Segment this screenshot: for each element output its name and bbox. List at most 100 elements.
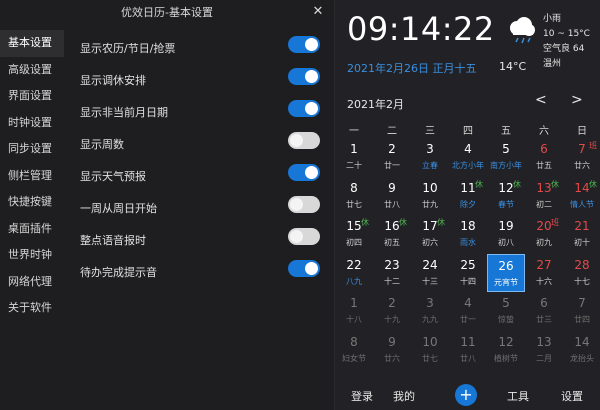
day-number: 28 [574, 257, 590, 272]
day-cell[interactable]: 10 廿九 [411, 177, 449, 215]
holiday-badge: 休 [437, 218, 445, 227]
day-cell[interactable]: 22 八九 [335, 254, 373, 292]
nav-item[interactable]: 基本设置 [0, 30, 64, 57]
option-toggle[interactable] [288, 132, 320, 149]
day-number: 9 [388, 334, 396, 349]
option-row: 显示农历/节日/抢票 [80, 32, 324, 64]
lunar-label: 初八 [498, 238, 514, 247]
day-cell[interactable]: 9 廿八 [373, 177, 411, 215]
next-month-button[interactable]: > [571, 92, 583, 108]
day-cell[interactable]: 8 妇女节 [335, 331, 373, 369]
day-number: 9 [388, 180, 396, 195]
day-cell[interactable]: 4 廿一 [449, 292, 487, 330]
current-temperature: 14°C [499, 60, 527, 73]
day-cell[interactable]: 24 十三 [411, 254, 449, 292]
day-cell[interactable]: 4 北方小年 [449, 138, 487, 176]
day-cell[interactable]: 25 十四 [449, 254, 487, 292]
lunar-label: 初二 [536, 199, 552, 209]
day-cell[interactable]: 2 十九 [373, 292, 411, 330]
weekday-label: 日 [577, 126, 587, 137]
day-cell[interactable]: 5 南方小年 [487, 138, 525, 176]
day-cell[interactable]: 14 情人节休 [563, 177, 600, 215]
nav-item[interactable]: 时钟设置 [0, 110, 64, 137]
day-cell[interactable]: 12 春节休 [487, 177, 525, 215]
weather-city: 温州 [543, 59, 562, 69]
settings-panel: 优效日历-基本设置 ✕ 基本设置 高级设置 界面设置 时钟设置 同步设置 侧栏管理 快捷按键… [0, 0, 334, 410]
nav-item[interactable]: 世界时钟 [0, 242, 64, 269]
day-cell[interactable]: 27 十六 [525, 254, 563, 292]
day-cell[interactable]: 13 初二休 [525, 177, 563, 215]
option-label: 显示调休安排 [80, 74, 146, 87]
day-cell[interactable]: 23 十二 [373, 254, 411, 292]
day-cell[interactable]: 2 廿一 [373, 138, 411, 176]
day-cell[interactable]: 14 龙抬头 [563, 331, 600, 369]
add-button[interactable]: + [455, 384, 477, 406]
option-toggle[interactable] [288, 260, 320, 277]
login-button[interactable]: 登录 [351, 388, 373, 404]
option-label: 显示农历/节日/抢票 [80, 42, 176, 55]
day-cell[interactable]: 13 二月 [525, 331, 563, 369]
option-toggle[interactable] [288, 36, 320, 53]
option-toggle[interactable] [288, 68, 320, 85]
day-cell[interactable]: 7 廿四 [563, 292, 600, 330]
nav-item[interactable]: 侧栏管理 [0, 163, 64, 190]
toggle-knob [290, 198, 303, 211]
day-cell[interactable]: 1 十八 [335, 292, 373, 330]
nav-item[interactable]: 关于软件 [0, 295, 64, 322]
settings-options: 显示农历/节日/抢票 显示调休安排 显示非当前月日期 显示周数 显示天气预报 一周从周日开… [80, 32, 324, 288]
day-number: 2 [388, 296, 396, 310]
mine-button[interactable]: 我的 [393, 388, 415, 404]
day-cell[interactable]: 10 廿七 [411, 331, 449, 369]
nav-item[interactable]: 网络代理 [0, 269, 64, 296]
toggle-knob [305, 102, 318, 115]
nav-item[interactable]: 高级设置 [0, 57, 64, 84]
option-row: 显示调休安排 [80, 64, 324, 96]
option-toggle[interactable] [288, 100, 320, 117]
day-cell[interactable]: 7 廿六班 [563, 138, 600, 176]
date-line: 2021年2月26日 正月十五 [347, 62, 477, 75]
tools-button[interactable]: 工具 [507, 388, 529, 404]
holiday-badge: 休 [399, 218, 407, 227]
holiday-badge: 休 [361, 218, 369, 227]
nav-item[interactable]: 快捷按键 [0, 189, 64, 216]
day-cell[interactable]: 3 立春 [411, 138, 449, 176]
option-toggle[interactable] [288, 228, 320, 245]
day-cell[interactable]: 6 廿三 [525, 292, 563, 330]
lunar-label: 九九 [422, 315, 438, 324]
day-cell[interactable]: 16 初五休 [373, 215, 411, 253]
toggle-knob [290, 230, 303, 243]
toggle-knob [305, 70, 318, 83]
prev-month-button[interactable]: < [535, 92, 547, 108]
lunar-label: 十八 [346, 315, 362, 324]
option-toggle[interactable] [288, 196, 320, 213]
day-cell[interactable]: 6 廿五 [525, 138, 563, 176]
lunar-label: 除夕 [460, 199, 476, 209]
day-cell[interactable]: 1 二十 [335, 138, 373, 176]
settings-button[interactable]: 设置 [561, 388, 583, 404]
day-cell[interactable]: 8 廿七 [335, 177, 373, 215]
close-icon[interactable]: ✕ [310, 4, 326, 20]
lunar-label: 植树节 [494, 353, 518, 363]
day-cell[interactable]: 21 初十 [563, 215, 600, 253]
nav-item[interactable]: 界面设置 [0, 83, 64, 110]
day-cell[interactable]: 11 除夕休 [449, 177, 487, 215]
day-cell[interactable]: 18 雨水 [449, 215, 487, 253]
day-cell[interactable]: 19 初八 [487, 215, 525, 253]
day-cell[interactable]: 20 初九班 [525, 215, 563, 253]
day-cell[interactable]: 11 廿八 [449, 331, 487, 369]
option-label: 显示非当前月日期 [80, 106, 168, 119]
nav-item[interactable]: 桌面插件 [0, 216, 64, 243]
lunar-label: 十三 [422, 276, 438, 286]
day-cell[interactable]: 28 十七 [563, 254, 600, 292]
day-cell[interactable]: 9 廿六 [373, 331, 411, 369]
day-cell[interactable]: 12 植树节 [487, 331, 525, 369]
holiday-badge: 休 [551, 179, 559, 189]
day-cell-today[interactable]: 26 元宵节 [487, 253, 525, 292]
weather-range: 10 ~ 15°C [543, 29, 590, 39]
day-cell[interactable]: 3 九九 [411, 292, 449, 330]
option-toggle[interactable] [288, 164, 320, 181]
day-cell[interactable]: 15 初四休 [335, 215, 373, 253]
day-cell[interactable]: 5 惊蛰 [487, 292, 525, 330]
nav-item[interactable]: 同步设置 [0, 136, 64, 163]
day-cell[interactable]: 17 初六休 [411, 215, 449, 253]
